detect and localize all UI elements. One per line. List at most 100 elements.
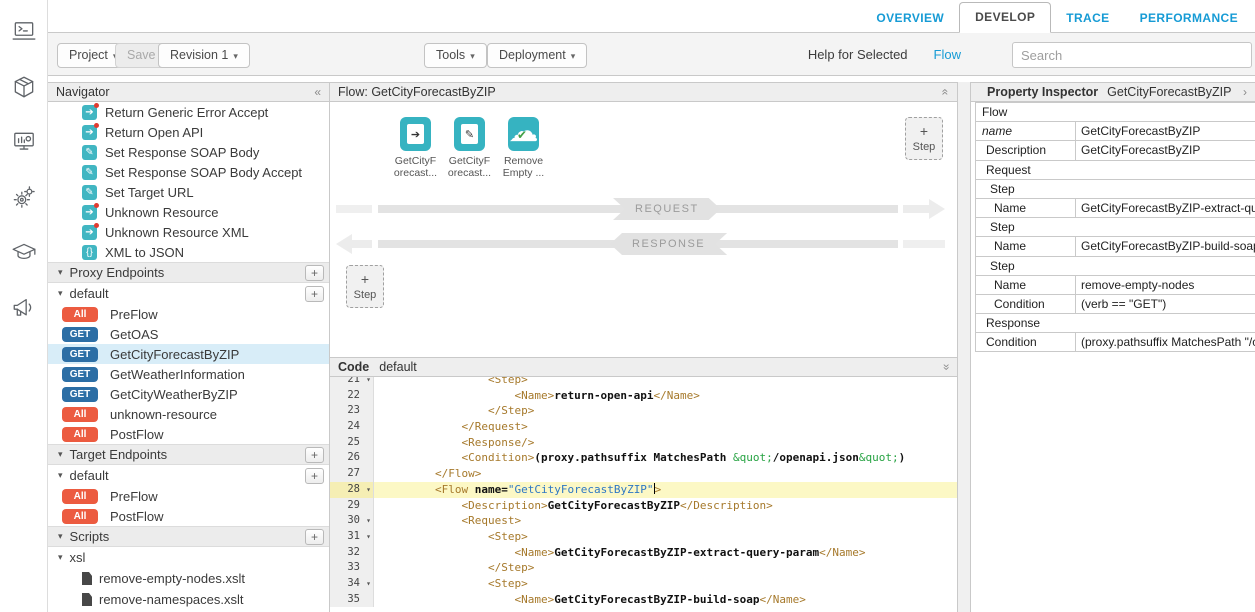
fold-caret-icon[interactable]: ▾ (366, 576, 371, 592)
code-line-35[interactable]: 35 <Name>GetCityForecastByZIP-build-soap… (330, 592, 957, 608)
property-value[interactable]: (verb == "GET") (1076, 295, 1255, 313)
tab-performance[interactable]: PERFORMANCE (1125, 4, 1253, 33)
navigator-flowitem-getoas[interactable]: GETGetOAS (48, 324, 329, 344)
fold-caret-icon[interactable]: ▾ (366, 513, 371, 529)
add-step-button-bottom[interactable]: + Step (346, 265, 384, 308)
collapse-left-icon[interactable]: « (314, 83, 321, 101)
announcements-megaphone-icon[interactable] (10, 293, 38, 321)
navigator-section-proxy-endpoints[interactable]: ▾Proxy Endpoints+ (48, 262, 329, 283)
code-line-23[interactable]: 23 </Step> (330, 403, 957, 419)
tab-trace[interactable]: TRACE (1051, 4, 1124, 33)
navigator-file-remove-empty-nodes-xslt[interactable]: remove-empty-nodes.xslt (48, 568, 329, 589)
navigator-policy-set-response-soap-body-accept[interactable]: ✎Set Response SOAP Body Accept (48, 162, 329, 182)
navigator-policy-xml-to-json[interactable]: {}XML to JSON (48, 242, 329, 262)
expand-caret-icon[interactable]: ▾ (58, 531, 63, 542)
code-line-26[interactable]: 26 <Condition>(proxy.pathsuffix MatchesP… (330, 450, 957, 466)
property-value[interactable]: GetCityForecastByZIP-build-soap (1076, 237, 1255, 255)
navigator-flowitem-postflow[interactable]: AllPostFlow (48, 424, 329, 444)
navigator-file-remove-namespaces-xslt[interactable]: remove-namespaces.xslt (48, 589, 329, 610)
navigator-flowitem-getcityforecastbyzip[interactable]: GETGetCityForecastByZIP (48, 344, 329, 364)
expand-caret-icon[interactable]: ▾ (58, 288, 63, 299)
property-label: Description (976, 141, 1076, 159)
navigator-policy-set-target-url[interactable]: ✎Set Target URL (48, 182, 329, 202)
property-value[interactable]: GetCityForecastByZIP (1076, 122, 1255, 140)
add-button[interactable]: + (305, 447, 324, 463)
code-line-21[interactable]: 21▾ <Step> (330, 377, 957, 388)
navigator-flowitem-preflow[interactable]: AllPreFlow (48, 304, 329, 324)
collapse-up-icon[interactable]: « (937, 89, 955, 96)
property-label: Name (976, 237, 1076, 255)
analyze-monitor-icon[interactable] (10, 128, 38, 156)
flow-canvas[interactable]: ➔GetCityF orecast... ✎GetCityF orecast...… (330, 102, 957, 357)
code-line-33[interactable]: 33 </Step> (330, 560, 957, 576)
fold-caret-icon[interactable]: ▾ (366, 529, 371, 545)
code-editor[interactable]: 21▾ <Step>22 <Name>return-open-api</Name… (330, 377, 957, 612)
learn-graduation-cap-icon[interactable] (10, 238, 38, 266)
item-label: xsl (70, 550, 86, 565)
code-line-25[interactable]: 25 <Response/> (330, 435, 957, 451)
property-value[interactable]: remove-empty-nodes (1076, 276, 1255, 294)
property-value[interactable]: (proxy.pathsuffix MatchesPath "/c (1076, 333, 1255, 351)
code-line-30[interactable]: 30▾ <Request> (330, 513, 957, 529)
deployment-menu-button[interactable]: Deployment▾ (487, 43, 587, 68)
admin-gears-icon[interactable] (10, 183, 38, 211)
add-button[interactable]: + (305, 468, 324, 484)
code-line-24[interactable]: 24 </Request> (330, 419, 957, 435)
navigator-policy-unknown-resource[interactable]: ➔Unknown Resource (48, 202, 329, 222)
fold-caret-icon[interactable]: ▾ (366, 482, 371, 498)
navigator-policy-set-response-soap-body[interactable]: ✎Set Response SOAP Body (48, 142, 329, 162)
code-text: </Request> (374, 419, 957, 435)
flow-step[interactable]: ✎GetCityF orecast... (454, 117, 485, 179)
collapse-right-icon[interactable]: › (1243, 83, 1247, 101)
collapse-down-icon[interactable]: « (937, 364, 955, 371)
navigator-flowitem-getweatherinformation[interactable]: GETGetWeatherInformation (48, 364, 329, 384)
code-line-31[interactable]: 31▾ <Step> (330, 529, 957, 545)
code-line-28[interactable]: 28▾ <Flow name="GetCityForecastByZIP"> (330, 482, 957, 498)
navigator-policy-unknown-resource-xml[interactable]: ➔Unknown Resource XML (48, 222, 329, 242)
code-line-32[interactable]: 32 <Name>GetCityForecastByZIP-extract-qu… (330, 545, 957, 561)
code-line-34[interactable]: 34▾ <Step> (330, 576, 957, 592)
navigator-header: Navigator « (48, 82, 329, 102)
navigator-subsection-default[interactable]: ▾default+ (48, 465, 329, 486)
property-value[interactable]: GetCityForecastByZIP-extract-query-param (1076, 199, 1255, 217)
search-input[interactable] (1012, 42, 1252, 68)
request-line-segment (336, 205, 372, 213)
expand-caret-icon[interactable]: ▾ (58, 267, 63, 278)
navigator-flowitem-preflow[interactable]: AllPreFlow (48, 486, 329, 506)
json-policy-icon: {} (82, 245, 97, 260)
tab-develop[interactable]: DEVELOP (959, 2, 1051, 33)
add-button[interactable]: + (305, 529, 324, 545)
navigator-policy-return-generic-error-accept[interactable]: ➔Return Generic Error Accept (48, 102, 329, 122)
pencil-policy-icon: ✎ (82, 145, 97, 160)
property-value[interactable]: GetCityForecastByZIP (1076, 141, 1255, 159)
panel-splitter[interactable] (957, 82, 971, 612)
add-step-button-top[interactable]: + Step (905, 117, 943, 160)
develop-terminal-icon[interactable] (10, 18, 38, 46)
navigator-section-target-endpoints[interactable]: ▾Target Endpoints+ (48, 444, 329, 465)
code-line-29[interactable]: 29 <Description>GetCityForecastByZIP</De… (330, 498, 957, 514)
flow-step[interactable]: ☁✔Remove Empty ... (508, 117, 539, 179)
expand-caret-icon[interactable]: ▾ (58, 470, 63, 481)
navigator-policy-return-open-api[interactable]: ➔Return Open API (48, 122, 329, 142)
code-line-22[interactable]: 22 <Name>return-open-api</Name> (330, 388, 957, 404)
navigator-subsection-xsl[interactable]: ▾ xsl (48, 547, 329, 568)
revision-menu-button[interactable]: Revision 1▾ (158, 43, 250, 68)
help-flow-link[interactable]: Flow (934, 47, 961, 62)
navigator-flowitem-postflow[interactable]: AllPostFlow (48, 506, 329, 526)
add-button[interactable]: + (305, 286, 324, 302)
navigator-section-scripts[interactable]: ▾Scripts+ (48, 526, 329, 547)
method-badge: GET (62, 387, 98, 402)
tab-overview[interactable]: OVERVIEW (861, 4, 959, 33)
tools-menu-button[interactable]: Tools▾ (424, 43, 487, 68)
fold-caret-icon[interactable]: ▾ (366, 377, 371, 388)
publish-package-icon[interactable] (10, 73, 38, 101)
flow-step[interactable]: ➔GetCityF orecast... (400, 117, 431, 179)
navigator-flowitem-getcityweatherbyzip[interactable]: GETGetCityWeatherByZIP (48, 384, 329, 404)
expand-caret-icon[interactable]: ▾ (58, 449, 63, 460)
flow-header: Flow: GetCityForecastByZIP « (330, 82, 957, 102)
navigator-flowitem-unknown-resource[interactable]: Allunknown-resource (48, 404, 329, 424)
navigator-subsection-default[interactable]: ▾default+ (48, 283, 329, 304)
expand-caret-icon[interactable]: ▾ (58, 552, 63, 563)
add-button[interactable]: + (305, 265, 324, 281)
code-line-27[interactable]: 27 </Flow> (330, 466, 957, 482)
